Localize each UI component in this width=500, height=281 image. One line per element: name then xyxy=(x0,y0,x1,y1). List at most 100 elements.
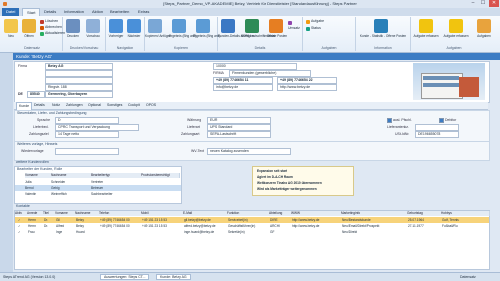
tab-datei[interactable]: Datei xyxy=(2,8,20,16)
col-telefon[interactable]: Telefon xyxy=(99,211,142,216)
customer-details-label: Kunden-Details anzeigen xyxy=(218,34,254,38)
zeile2-field[interactable] xyxy=(45,70,113,77)
followup-header: Weiteres vorlage, Hinweis xyxy=(17,142,58,146)
cell: Alfred xyxy=(56,224,65,228)
next-icon[interactable] xyxy=(127,19,141,33)
cancel-label[interactable]: Abbrechen xyxy=(45,25,62,29)
copy-icon[interactable] xyxy=(148,19,162,33)
legal-form-field[interactable]: Firmenkunden (gewerbliche) xyxy=(229,70,311,77)
vat-id-field[interactable]: DE196655078 xyxy=(415,131,459,138)
col-nachname[interactable]: Nachname xyxy=(51,173,92,178)
preview-icon[interactable] xyxy=(86,19,100,33)
subtab-zahlungen[interactable]: Zahlungen xyxy=(64,102,85,109)
debtor-checkbox[interactable] xyxy=(439,118,444,123)
status-label[interactable]: Status xyxy=(311,26,321,30)
col-abteilung[interactable]: Abteilung xyxy=(269,211,292,216)
subtab-optional[interactable]: Optional xyxy=(86,102,103,109)
col-email[interactable]: E-Mail xyxy=(183,211,228,216)
minimize-button[interactable]: – xyxy=(468,0,478,7)
payment-method-field[interactable]: SEPA-Lastschrift xyxy=(207,131,271,138)
foreign-checkbox[interactable] xyxy=(387,118,392,123)
cell: gil.betzy@betzy.de xyxy=(184,218,211,222)
supplier-no-field[interactable] xyxy=(415,124,459,131)
status-icon[interactable] xyxy=(306,27,310,31)
maximize-button[interactable]: ☐ xyxy=(478,0,488,7)
taskbar-tab[interactable]: Auswertungen: Steps CT... xyxy=(100,274,150,280)
info-note: Expansion seit start Agiert im D-A-CH Ra… xyxy=(252,166,354,196)
task-icon[interactable] xyxy=(306,20,310,24)
info-line: Wird als Marketträger weitergenommen xyxy=(257,187,317,191)
open-icon[interactable] xyxy=(22,19,36,33)
statistics-icon[interactable] xyxy=(374,19,388,33)
task-label[interactable]: Aufgabe xyxy=(311,19,324,23)
navigation-sidebar[interactable] xyxy=(0,53,13,272)
delivery-terms-field[interactable]: CPRC Transport und Verpackung xyxy=(55,124,139,131)
fax-field[interactable]: +49 (89) 7746654 22 xyxy=(277,77,337,84)
cell: +49 151 23 15 53 xyxy=(142,218,167,222)
website-field[interactable]: http://www.betzy.de xyxy=(277,84,337,91)
task-add2-icon[interactable] xyxy=(449,19,463,33)
phone-field[interactable]: +49 (89) 7746654 11 xyxy=(213,77,273,84)
zeile3-field[interactable] xyxy=(45,77,113,84)
followup-date-field[interactable] xyxy=(55,148,119,155)
subtab-notiz[interactable]: Notiz xyxy=(50,102,62,109)
tab-details[interactable]: Details xyxy=(40,8,60,16)
currency-field[interactable]: EUR xyxy=(207,117,271,124)
delete-label[interactable]: Löschen xyxy=(45,19,58,23)
followup-text-field[interactable]: neuen Katalog zusenden xyxy=(207,148,291,155)
table-row[interactable]: ✓ Frau Inge Huard inge.huard@betzy.de Se… xyxy=(15,229,489,235)
tab-information[interactable]: Information xyxy=(60,8,88,16)
firma-field[interactable]: Betzy AG xyxy=(45,63,113,70)
email-field[interactable]: info@betzy.de xyxy=(213,84,273,91)
subtab-details[interactable]: Details xyxy=(32,102,47,109)
subtab-kunde[interactable]: Kunde xyxy=(16,102,33,110)
cell: ✓ xyxy=(18,224,21,228)
print-icon[interactable] xyxy=(66,19,80,33)
shipping-field[interactable]: UPS Standard xyxy=(207,124,271,131)
col-bearbeitertyp[interactable]: Bearbeitertyp xyxy=(91,173,142,178)
sepa-icon[interactable] xyxy=(245,19,259,33)
tab-extras[interactable]: Extras xyxy=(134,8,153,16)
payment-term-field[interactable]: 14 Tage netto xyxy=(55,131,119,138)
col-geburtstag[interactable]: Geburtstag xyxy=(407,211,442,216)
col-www[interactable]: WWW xyxy=(291,211,342,216)
customer-number-field[interactable]: 10000 xyxy=(213,63,297,70)
task-add-icon[interactable] xyxy=(419,19,433,33)
col-nachname[interactable]: Nachname xyxy=(75,211,100,216)
result-icon[interactable] xyxy=(172,19,186,33)
tasks-icon[interactable] xyxy=(477,19,491,33)
cancel-icon[interactable] xyxy=(40,26,44,30)
street-field[interactable]: Ringstr. 188 xyxy=(45,84,113,91)
tab-bearbeiten[interactable]: Bearbeiten xyxy=(106,8,133,16)
revenue-label[interactable]: Umsatz xyxy=(288,26,300,30)
delete-icon[interactable] xyxy=(40,20,44,24)
col-vorname[interactable]: Vorname xyxy=(25,173,52,178)
company-photo xyxy=(413,63,485,100)
subtab-sonstiges[interactable]: Sonstiges xyxy=(105,102,124,109)
col-provision[interactable]: Provisionsberechtigt xyxy=(141,173,180,178)
col-anrede[interactable]: Anrede xyxy=(27,211,44,216)
result2-icon[interactable] xyxy=(196,19,210,33)
zip-field[interactable]: 85540 xyxy=(27,91,45,98)
tab-aktion[interactable]: Aktion xyxy=(88,8,107,16)
close-button[interactable]: ✕ xyxy=(489,0,499,7)
refresh-icon[interactable] xyxy=(40,32,44,36)
open-items-icon[interactable] xyxy=(269,19,283,33)
subtab-opos[interactable]: OPOS xyxy=(144,102,158,109)
city-field[interactable]: Germering, Oberbayern xyxy=(45,91,113,98)
col-marketing[interactable]: Marketinginfo xyxy=(341,211,408,216)
revenue-icon[interactable] xyxy=(288,21,292,25)
customer-details-icon[interactable] xyxy=(221,19,235,33)
table-row[interactable]: Valentin Weinreffich Sachbearbeiter xyxy=(15,191,181,197)
group-label: Aufgaben xyxy=(446,46,462,50)
subtab-cockpit[interactable]: Cockpit xyxy=(126,102,142,109)
col-mobil[interactable]: Mobil xyxy=(141,211,184,216)
col-vorname[interactable]: Vorname xyxy=(55,211,76,216)
new-icon[interactable] xyxy=(4,19,18,33)
language-field[interactable]: D xyxy=(55,117,119,124)
building-window-row xyxy=(423,83,459,87)
prev-icon[interactable] xyxy=(109,19,123,33)
col-hobbys[interactable]: Hobbys xyxy=(441,211,490,216)
col-funktion[interactable]: Funktion xyxy=(227,211,270,216)
taskbar-tab[interactable]: Kunde: Betzy AG xyxy=(156,274,191,280)
